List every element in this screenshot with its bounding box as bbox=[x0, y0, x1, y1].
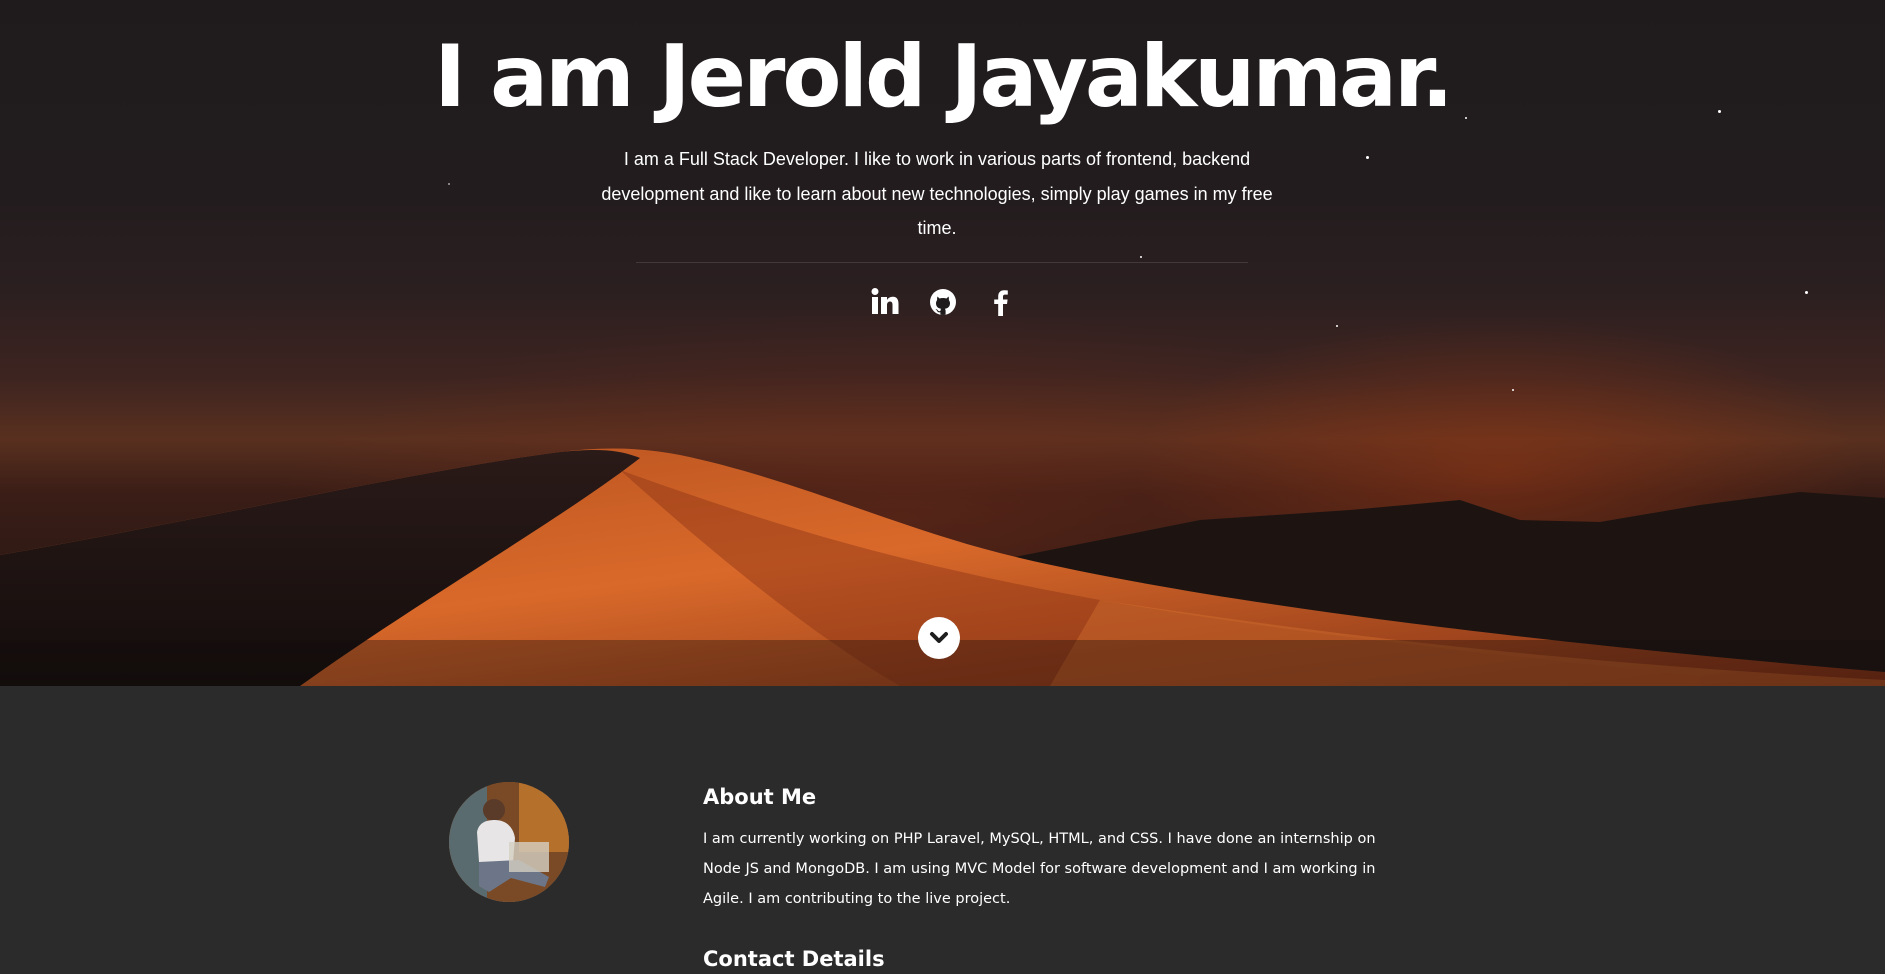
scroll-down-button[interactable] bbox=[918, 617, 960, 659]
chevron-down-icon bbox=[930, 632, 948, 643]
facebook-icon bbox=[993, 290, 1008, 316]
hero-title: I am Jerold Jayakumar. bbox=[434, 27, 1454, 127]
github-icon bbox=[929, 289, 956, 315]
profile-photo bbox=[449, 782, 569, 902]
star bbox=[448, 183, 450, 185]
hero-description: I am a Full Stack Developer. I like to w… bbox=[601, 149, 1273, 238]
person-photo bbox=[449, 782, 569, 902]
divider bbox=[636, 262, 1248, 263]
linkedin-link[interactable] bbox=[870, 286, 900, 318]
about-heading: About Me bbox=[703, 785, 817, 809]
about-text: I am currently working on PHP Laravel, M… bbox=[703, 831, 1376, 907]
github-link[interactable] bbox=[928, 286, 958, 318]
contact-heading: Contact Details bbox=[703, 947, 885, 971]
facebook-link[interactable] bbox=[986, 286, 1016, 318]
star bbox=[1512, 389, 1514, 391]
hero-banner: I am Jerold Jayakumar. I am a Full Stack… bbox=[0, 0, 1885, 686]
star bbox=[1336, 325, 1338, 327]
star bbox=[1140, 256, 1142, 258]
linkedin-icon bbox=[871, 288, 898, 314]
star bbox=[1366, 156, 1369, 159]
social-links bbox=[0, 286, 1885, 318]
